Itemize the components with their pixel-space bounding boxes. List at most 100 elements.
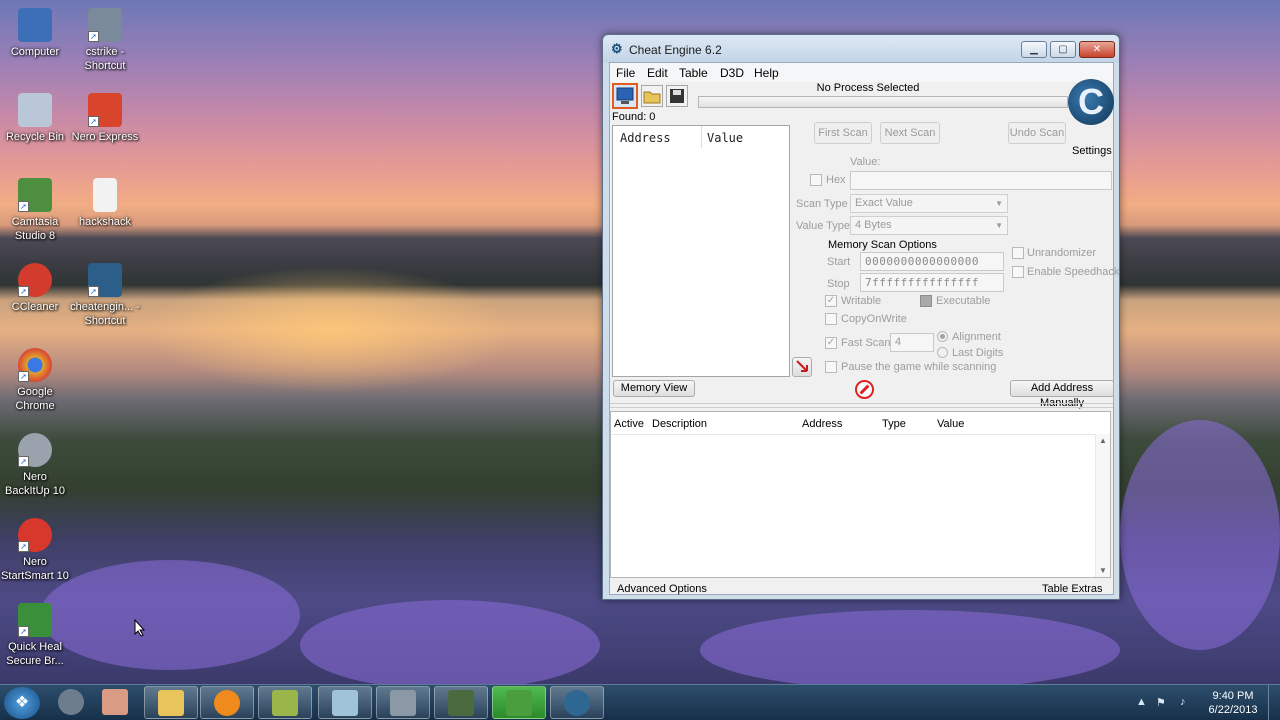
vertical-scrollbar[interactable]: ▲ ▼ (1095, 434, 1110, 577)
column-header-value[interactable]: Value (937, 418, 964, 430)
maximize-button[interactable]: ▢ (1050, 41, 1076, 58)
window-client-area: File Edit Table D3D Help No Process Sele… (609, 62, 1119, 595)
scan-type-select[interactable]: Exact Value ▼ (850, 194, 1008, 213)
menu-edit[interactable]: Edit (647, 66, 668, 80)
scroll-down-icon[interactable]: ▼ (1096, 566, 1110, 575)
volume-icon[interactable]: ♪ (1180, 696, 1186, 708)
column-header-type[interactable]: Type (882, 418, 906, 430)
column-header-description[interactable]: Description (652, 418, 707, 430)
unrandomizer-label: Unrandomizer (1027, 247, 1097, 259)
desktop-icon-quick-heal[interactable]: ➚ Quick Heal Secure Br... (0, 603, 70, 668)
cheat-engine-task-icon (564, 690, 590, 716)
value-label: Value: (850, 156, 881, 168)
scroll-up-icon[interactable]: ▲ (1096, 436, 1110, 445)
desktop-icon-nero-backitup[interactable]: ➚ Nero BackItUp 10 (0, 433, 70, 498)
taskbar-app-2[interactable] (88, 686, 142, 719)
taskbar-app-6[interactable] (318, 686, 372, 719)
camtasia-recorder-icon (272, 690, 298, 716)
settings-label[interactable]: Settings (1072, 145, 1112, 157)
stop-icon[interactable] (855, 380, 874, 399)
desktop-icon-camtasia[interactable]: ➚ Camtasia Studio 8 (0, 178, 70, 243)
menu-file[interactable]: File (616, 66, 635, 80)
scan-type-value: Exact Value (855, 197, 913, 209)
next-scan-button[interactable]: Next Scan (880, 122, 940, 144)
desktop-icon-label: cstrike - Shortcut (84, 46, 126, 72)
cheat-engine-logo-icon: C (1068, 79, 1114, 125)
save-file-button[interactable] (666, 85, 688, 107)
taskbar-app-9[interactable] (492, 686, 546, 719)
desktop-icon-recycle-bin[interactable]: Recycle Bin (0, 93, 70, 144)
start-label: Start (827, 256, 851, 268)
pause-game-checkbox[interactable] (825, 361, 837, 373)
column-header-address[interactable]: Address (620, 131, 671, 145)
open-process-button[interactable] (612, 83, 638, 109)
fast-scan-checkbox[interactable]: ✓ (825, 337, 837, 349)
desktop-icon-nero-express[interactable]: ➚ Nero Express (70, 93, 140, 144)
start-address-input[interactable]: 0000000000000000 (860, 252, 1004, 271)
table-extras-link[interactable]: Table Extras (1042, 583, 1103, 595)
scan-progress-bar (698, 96, 1068, 108)
undo-scan-button[interactable]: Undo Scan (1008, 122, 1066, 144)
desktop-icon-chrome[interactable]: ➚ Google Chrome (0, 348, 70, 413)
taskbar-app-8[interactable] (434, 686, 488, 719)
first-scan-button[interactable]: First Scan (814, 122, 872, 144)
desktop-icon-hackshack[interactable]: hackshack (70, 178, 140, 229)
executable-checkbox[interactable] (920, 295, 932, 307)
taskbar-app-10[interactable] (550, 686, 604, 719)
desktop-icon-ccleaner[interactable]: ➚ CCleaner (0, 263, 70, 314)
column-header-active[interactable]: Active (614, 418, 644, 430)
taskbar-app-7[interactable] (376, 686, 430, 719)
mouse-cursor-icon (134, 619, 146, 637)
start-button[interactable]: ❖ (4, 687, 40, 719)
taskbar-app-5[interactable] (258, 686, 312, 719)
open-file-button[interactable] (641, 85, 663, 107)
column-header-address[interactable]: Address (802, 418, 842, 430)
fast-scan-input[interactable]: 4 (890, 333, 934, 352)
show-desktop-button[interactable] (1268, 685, 1280, 720)
splitter[interactable] (610, 403, 1113, 408)
last-digits-radio[interactable] (937, 347, 948, 358)
system-clock[interactable]: 9:40 PM 6/22/2013 (1200, 689, 1266, 717)
desktop-icon-nero-startsmart[interactable]: ➚ Nero StartSmart 10 (0, 518, 70, 583)
menu-d3d[interactable]: D3D (720, 66, 744, 80)
add-address-manually-button[interactable]: Add Address Manually (1010, 380, 1114, 409)
copy-on-write-checkbox[interactable] (825, 313, 837, 325)
scan-results-list[interactable]: Address Value (612, 125, 790, 377)
action-center-icon[interactable]: ⚑ (1156, 696, 1166, 709)
desktop-icon-cheatengine-shortcut[interactable]: ➚ cheatengin... - Shortcut (70, 263, 140, 328)
cheat-engine-logo[interactable]: C (1066, 79, 1116, 141)
menu-help[interactable]: Help (754, 66, 779, 80)
minimize-button[interactable]: ▁ (1021, 41, 1047, 58)
enable-speedhack-checkbox[interactable] (1012, 266, 1024, 278)
column-header-value[interactable]: Value (707, 131, 743, 145)
desktop-icon-label: Quick Heal Secure Br... (6, 641, 64, 667)
writable-checkbox[interactable]: ✓ (825, 295, 837, 307)
scan-value-input[interactable] (850, 171, 1112, 190)
cstrike-icon: ➚ (88, 8, 122, 42)
advanced-options-link[interactable]: Advanced Options (617, 583, 707, 595)
value-type-select[interactable]: 4 Bytes ▼ (850, 216, 1008, 235)
desktop-icon-label: Google Chrome (15, 386, 55, 412)
stop-address-input[interactable]: 7fffffffffffffff (860, 273, 1004, 292)
address-list[interactable]: Active Description Address Type Value ▲ … (610, 411, 1111, 578)
add-selected-to-list-button[interactable] (792, 357, 812, 377)
close-button[interactable]: ✕ (1079, 41, 1115, 58)
menu-table[interactable]: Table (679, 66, 708, 80)
taskbar-app-4[interactable] (200, 686, 254, 719)
desktop-icon-computer[interactable]: Computer (0, 8, 70, 59)
alignment-radio[interactable] (937, 331, 948, 342)
show-hidden-icons-icon[interactable]: ▲ (1136, 696, 1147, 708)
document-icon (93, 178, 117, 212)
wallpaper-flowers (300, 600, 600, 690)
quick-heal-icon: ➚ (18, 603, 52, 637)
memory-view-button[interactable]: Memory View (613, 380, 695, 397)
chevron-down-icon: ▼ (995, 199, 1003, 208)
title-bar[interactable]: ⚙ Cheat Engine 6.2 ▁ ▢ ✕ (603, 35, 1119, 63)
unrandomizer-checkbox[interactable] (1012, 247, 1024, 259)
desktop-icon-cstrike[interactable]: ➚ cstrike - Shortcut (70, 8, 140, 73)
ccleaner-icon: ➚ (18, 263, 52, 297)
stop-label: Stop (827, 278, 850, 290)
taskbar-app-3[interactable] (144, 686, 198, 719)
desktop-icon-label: hackshack (79, 216, 131, 228)
hex-checkbox[interactable] (810, 174, 822, 186)
